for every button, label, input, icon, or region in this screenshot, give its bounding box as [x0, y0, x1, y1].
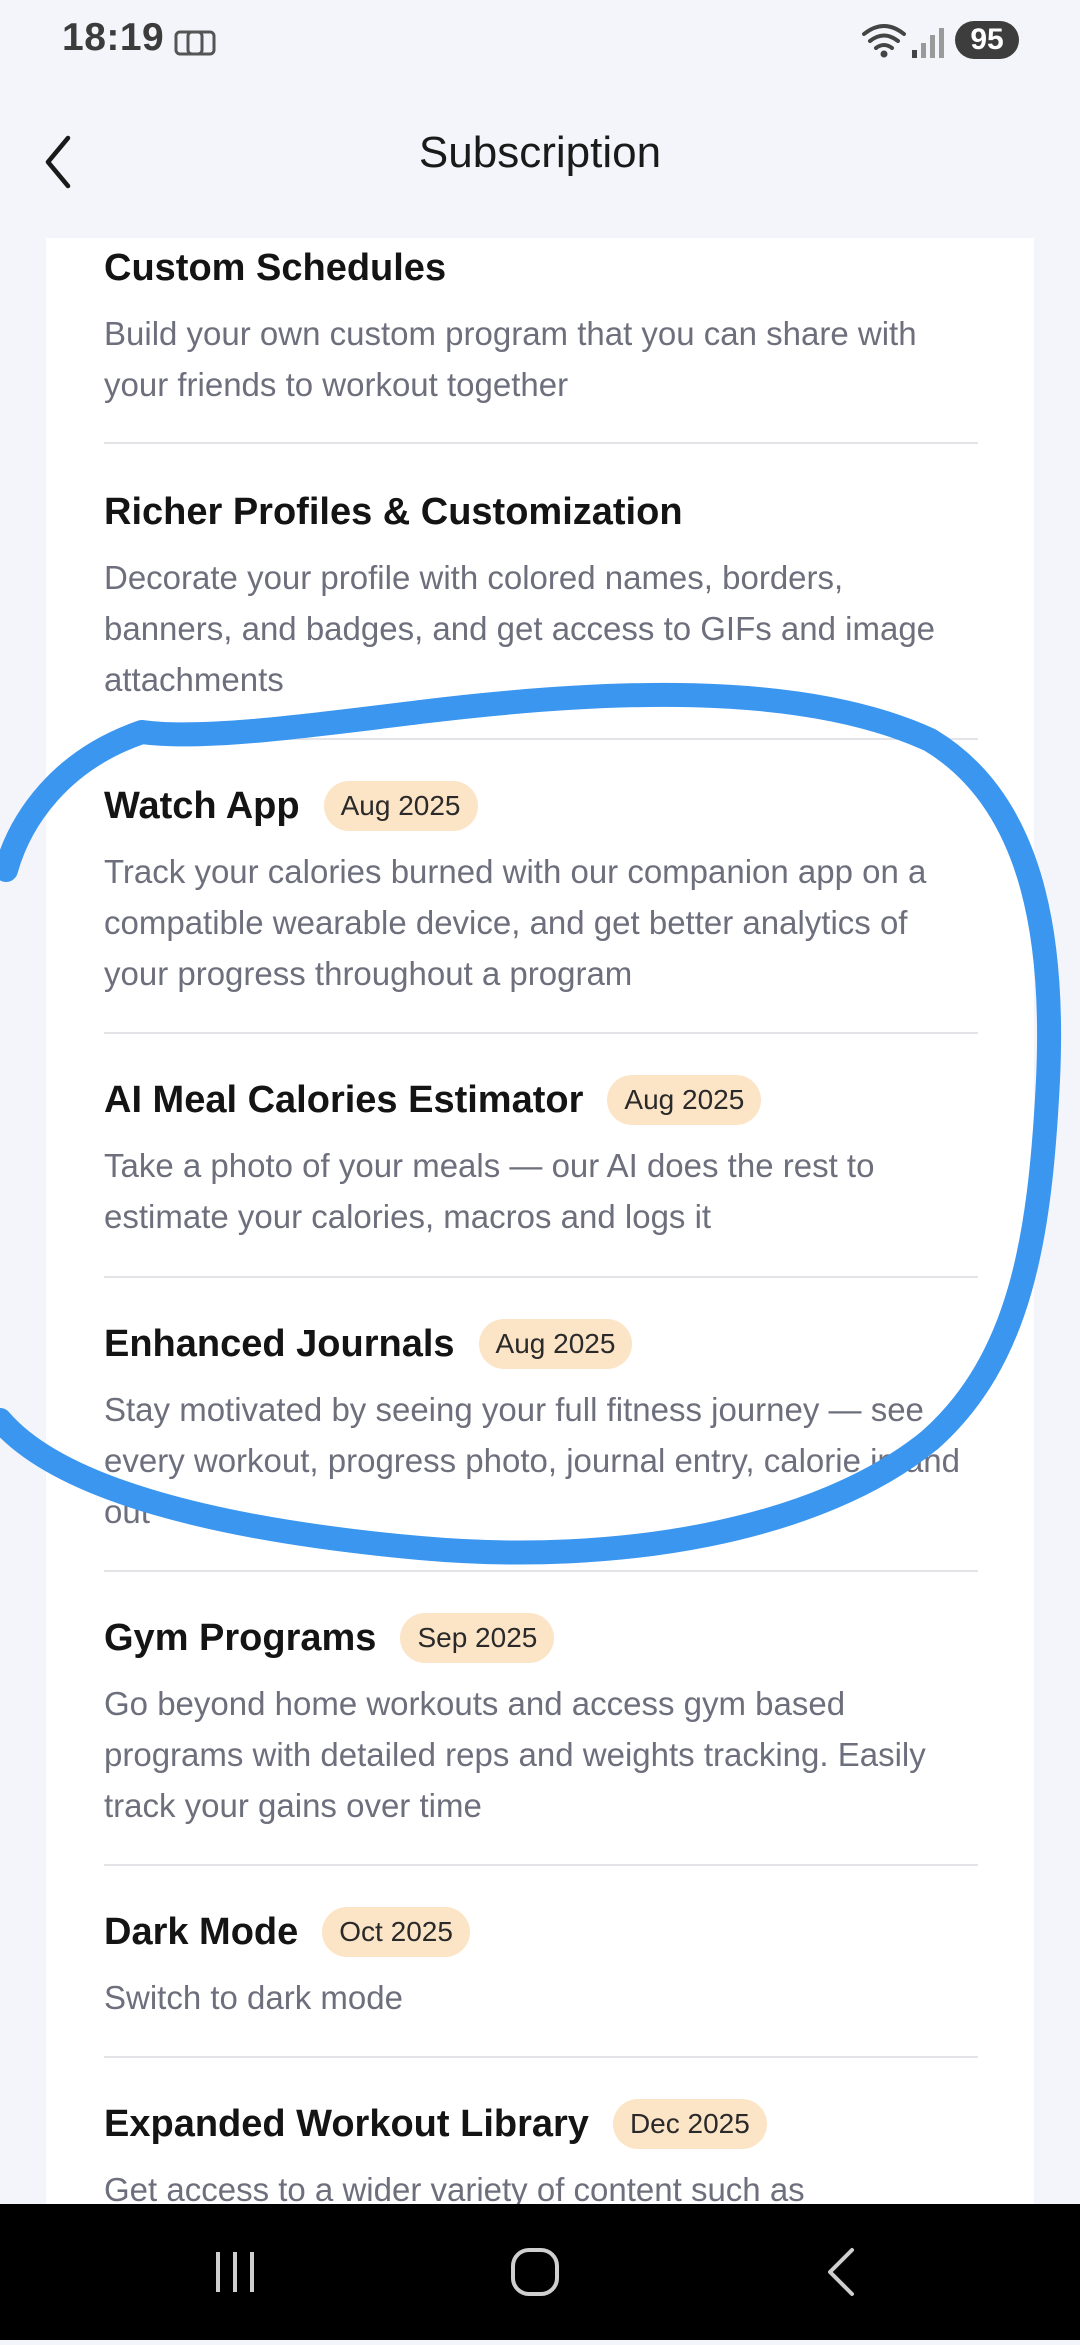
app-header: Subscription: [0, 84, 1080, 234]
release-date-badge: Aug 2025: [478, 1319, 633, 1369]
feature-title: Enhanced Journals: [104, 1322, 455, 1365]
status-bar: 18:19 95: [0, 0, 1080, 84]
nav-home-button[interactable]: [455, 2204, 615, 2340]
divider: [104, 738, 978, 740]
release-date-badge: Aug 2025: [607, 1075, 762, 1125]
feature-title: Custom Schedules: [104, 246, 447, 289]
recents-icon: [216, 2252, 254, 2292]
divider: [104, 1864, 978, 1866]
feature-item-dark-mode: Dark Mode Oct 2025 Switch to dark mode: [104, 1902, 978, 2023]
nav-recents-button[interactable]: [155, 2204, 315, 2340]
feature-title: Watch App: [104, 784, 300, 827]
status-time: 18:19: [62, 16, 165, 59]
feature-title: Gym Programs: [104, 1616, 377, 1659]
feature-title: Dark Mode: [104, 1910, 299, 1953]
screen-mirror-icon: [174, 30, 216, 56]
feature-item-richer-profiles: Richer Profiles & Customization Decorate…: [104, 482, 978, 705]
feature-description: Track your calories burned with our comp…: [104, 853, 927, 992]
back-icon: [828, 2248, 854, 2296]
home-icon: [511, 2248, 559, 2296]
wifi-icon: [862, 24, 906, 58]
feature-item-watch-app: Watch App Aug 2025 Track your calories b…: [104, 776, 978, 999]
feature-item-enhanced-journals: Enhanced Journals Aug 2025 Stay motivate…: [104, 1314, 978, 1537]
feature-title: Expanded Workout Library: [104, 2102, 589, 2145]
feature-description: Decorate your profile with colored names…: [104, 559, 936, 698]
feature-title: Richer Profiles & Customization: [104, 490, 683, 533]
divider: [104, 1276, 978, 1278]
release-date-badge: Aug 2025: [323, 781, 478, 831]
feature-title: AI Meal Calories Estimator: [104, 1078, 584, 1121]
feature-description: Build your own custom program that you c…: [104, 315, 917, 403]
divider: [104, 1570, 978, 1572]
divider: [104, 442, 978, 444]
divider: [104, 1032, 978, 1034]
release-date-badge: Sep 2025: [400, 1613, 555, 1663]
feature-item-ai-meal-estimator: AI Meal Calories Estimator Aug 2025 Take…: [104, 1070, 978, 1242]
feature-description: Go beyond home workouts and access gym b…: [104, 1685, 926, 1824]
feature-item-custom-schedules: Custom Schedules Build your own custom p…: [104, 238, 978, 410]
release-date-badge: Oct 2025: [322, 1907, 470, 1957]
feature-item-gym-programs: Gym Programs Sep 2025 Go beyond home wor…: [104, 1608, 978, 1831]
feature-card: Custom Schedules Build your own custom p…: [46, 238, 1034, 2204]
divider: [104, 2056, 978, 2058]
release-date-badge: Dec 2025: [612, 2099, 767, 2149]
page-title: Subscription: [418, 128, 662, 177]
system-nav-bar: [0, 2204, 1080, 2340]
feature-description: Get access to a wider variety of content…: [104, 2171, 805, 2204]
feature-description: Switch to dark mode: [104, 1979, 403, 2016]
signal-icon: [912, 28, 944, 58]
feature-description: Stay motivated by seeing your full fitne…: [104, 1391, 961, 1530]
feature-item-expanded-library: Expanded Workout Library Dec 2025 Get ac…: [104, 2094, 978, 2204]
feature-description: Take a photo of your meals — our AI does…: [104, 1147, 875, 1235]
battery-indicator: 95: [955, 21, 1019, 59]
nav-back-button[interactable]: [760, 2204, 920, 2340]
